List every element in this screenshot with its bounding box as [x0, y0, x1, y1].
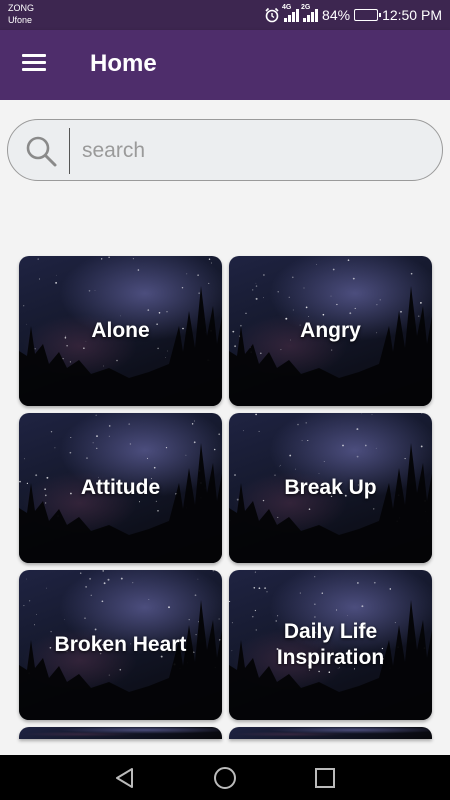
category-card[interactable]: Broken Heart	[19, 570, 222, 720]
app-bar: Home	[0, 30, 450, 100]
search-input[interactable]	[82, 132, 422, 170]
carrier-2: Ufone	[8, 15, 33, 25]
category-label: Alone	[91, 319, 150, 342]
back-triangle-icon[interactable]	[112, 765, 138, 791]
category-label: Daily Life Inspiration	[276, 620, 385, 669]
status-icons: 4G 2G 84% 12:50 PM	[264, 4, 442, 25]
category-card[interactable]: Alone	[19, 256, 222, 406]
carrier-info: ZONG Ufone	[8, 2, 34, 26]
category-label: Angry	[300, 319, 361, 342]
category-card-partial[interactable]	[229, 727, 432, 739]
battery-icon	[354, 9, 382, 21]
category-label: Attitude	[80, 476, 161, 499]
home-circle-icon[interactable]	[212, 765, 238, 791]
carrier-1: ZONG	[8, 3, 34, 13]
category-card[interactable]: Daily Life Inspiration	[229, 570, 432, 720]
search-icon[interactable]	[24, 134, 58, 168]
signal-icon: 2G	[301, 4, 319, 22]
navigation-bar	[0, 755, 450, 800]
category-label: Break Up	[284, 476, 377, 499]
network-type-2: 2G	[301, 4, 311, 11]
category-grid: Alone Angry Attitude Break Up Broken Hea…	[19, 256, 432, 739]
alarm-icon	[265, 7, 279, 23]
recents-square-icon[interactable]	[312, 765, 338, 791]
category-card[interactable]: Attitude	[19, 413, 222, 563]
clock: 12:50 PM	[382, 7, 442, 23]
category-label: Broken Heart	[54, 633, 187, 656]
search-divider	[69, 128, 70, 174]
hamburger-menu-icon[interactable]	[22, 54, 48, 74]
category-card-partial[interactable]	[19, 727, 222, 739]
battery-percent: 84%	[322, 7, 351, 23]
category-card[interactable]: Angry	[229, 256, 432, 406]
search-bar[interactable]	[7, 119, 443, 181]
main-content: Alone Angry Attitude Break Up Broken Hea…	[0, 100, 450, 755]
category-card[interactable]: Break Up	[229, 413, 432, 563]
signal-icon: 4G	[282, 4, 300, 22]
status-bar: ZONG Ufone 4G 2G 84% 12:50 PM	[0, 0, 450, 30]
network-type-1: 4G	[282, 4, 292, 11]
page-title: Home	[90, 50, 157, 77]
